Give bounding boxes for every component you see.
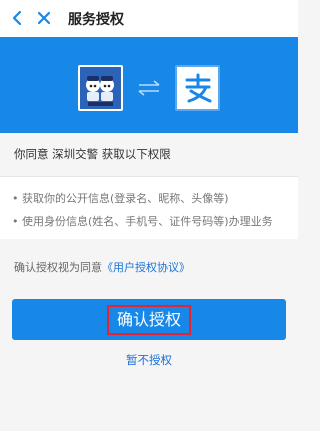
user-agreement-link[interactable]: 《用户授权协议》: [102, 261, 190, 274]
close-icon[interactable]: [33, 7, 55, 29]
authorization-banner: [0, 37, 298, 133]
permission-item: • 使用身份信息(姓名、手机号、证件号码等)办理业务: [12, 215, 273, 228]
alipay-logo-icon: [175, 65, 220, 111]
agreement-prefix: 确认授权视为同意: [14, 261, 102, 274]
decline-authorization-link[interactable]: 暂不授权: [0, 352, 298, 368]
consent-statement: 你同意 深圳交警 获取以下权限: [14, 147, 171, 161]
chevron-left-icon[interactable]: [6, 7, 28, 29]
page-title: 服务授权: [68, 12, 124, 28]
top-navigation-bar: 服务授权: [0, 0, 298, 37]
exchange-arrows-icon: [136, 79, 162, 97]
permission-item: • 获取你的公开信息(登录名、昵称、头像等): [12, 192, 229, 205]
permissions-list: • 获取你的公开信息(登录名、昵称、头像等) • 使用身份信息(姓名、手机号、证…: [0, 177, 298, 239]
traffic-police-logo: [78, 65, 123, 111]
agreement-notice: 确认授权视为同意《用户授权协议》: [14, 259, 190, 275]
confirm-authorization-button[interactable]: 确认授权: [12, 299, 286, 340]
confirm-button-label: 确认授权: [106, 304, 191, 335]
